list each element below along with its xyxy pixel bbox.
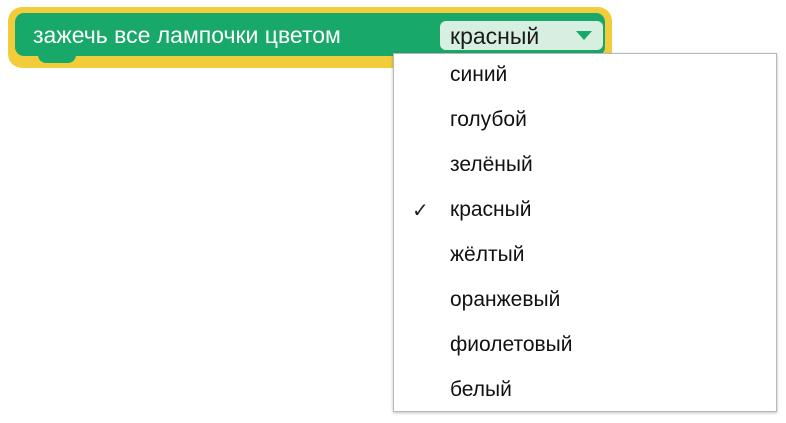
checkmark-icon: ✓ bbox=[412, 198, 429, 222]
dropdown-arrow-icon[interactable] bbox=[576, 31, 592, 40]
menu-item-label: оранжевый bbox=[450, 288, 561, 311]
color-field-value: красный bbox=[450, 22, 540, 49]
menu-item-label: красный bbox=[450, 198, 532, 221]
menu-item-light-blue[interactable]: голубой bbox=[394, 99, 776, 143]
menu-item-label: белый bbox=[450, 378, 512, 401]
menu-item-label: голубой bbox=[450, 108, 527, 131]
workspace: зажечь все лампочки цветом красный синий… bbox=[0, 0, 786, 423]
menu-item-green[interactable]: зелёный bbox=[394, 144, 776, 188]
menu-item-label: зелёный bbox=[450, 153, 533, 176]
menu-item-red[interactable]: ✓ красный bbox=[394, 189, 776, 233]
light-all-bulbs-block[interactable]: зажечь все лампочки цветом красный bbox=[15, 13, 605, 56]
menu-item-label: фиолетовый bbox=[450, 333, 573, 356]
menu-item-label: синий bbox=[450, 63, 508, 86]
menu-item-yellow[interactable]: жёлтый bbox=[394, 234, 776, 278]
menu-item-blue[interactable]: синий bbox=[394, 54, 776, 98]
menu-item-orange[interactable]: оранжевый bbox=[394, 279, 776, 323]
color-dropdown-menu: синий голубой зелёный ✓ красный жёлтый о… bbox=[393, 53, 777, 412]
menu-item-purple[interactable]: фиолетовый bbox=[394, 324, 776, 368]
menu-item-label: жёлтый bbox=[450, 243, 525, 266]
block-notch bbox=[38, 54, 76, 63]
block-label: зажечь все лампочки цветом bbox=[33, 22, 341, 48]
color-dropdown-field[interactable]: красный bbox=[440, 21, 603, 50]
menu-item-white[interactable]: белый bbox=[394, 369, 776, 413]
